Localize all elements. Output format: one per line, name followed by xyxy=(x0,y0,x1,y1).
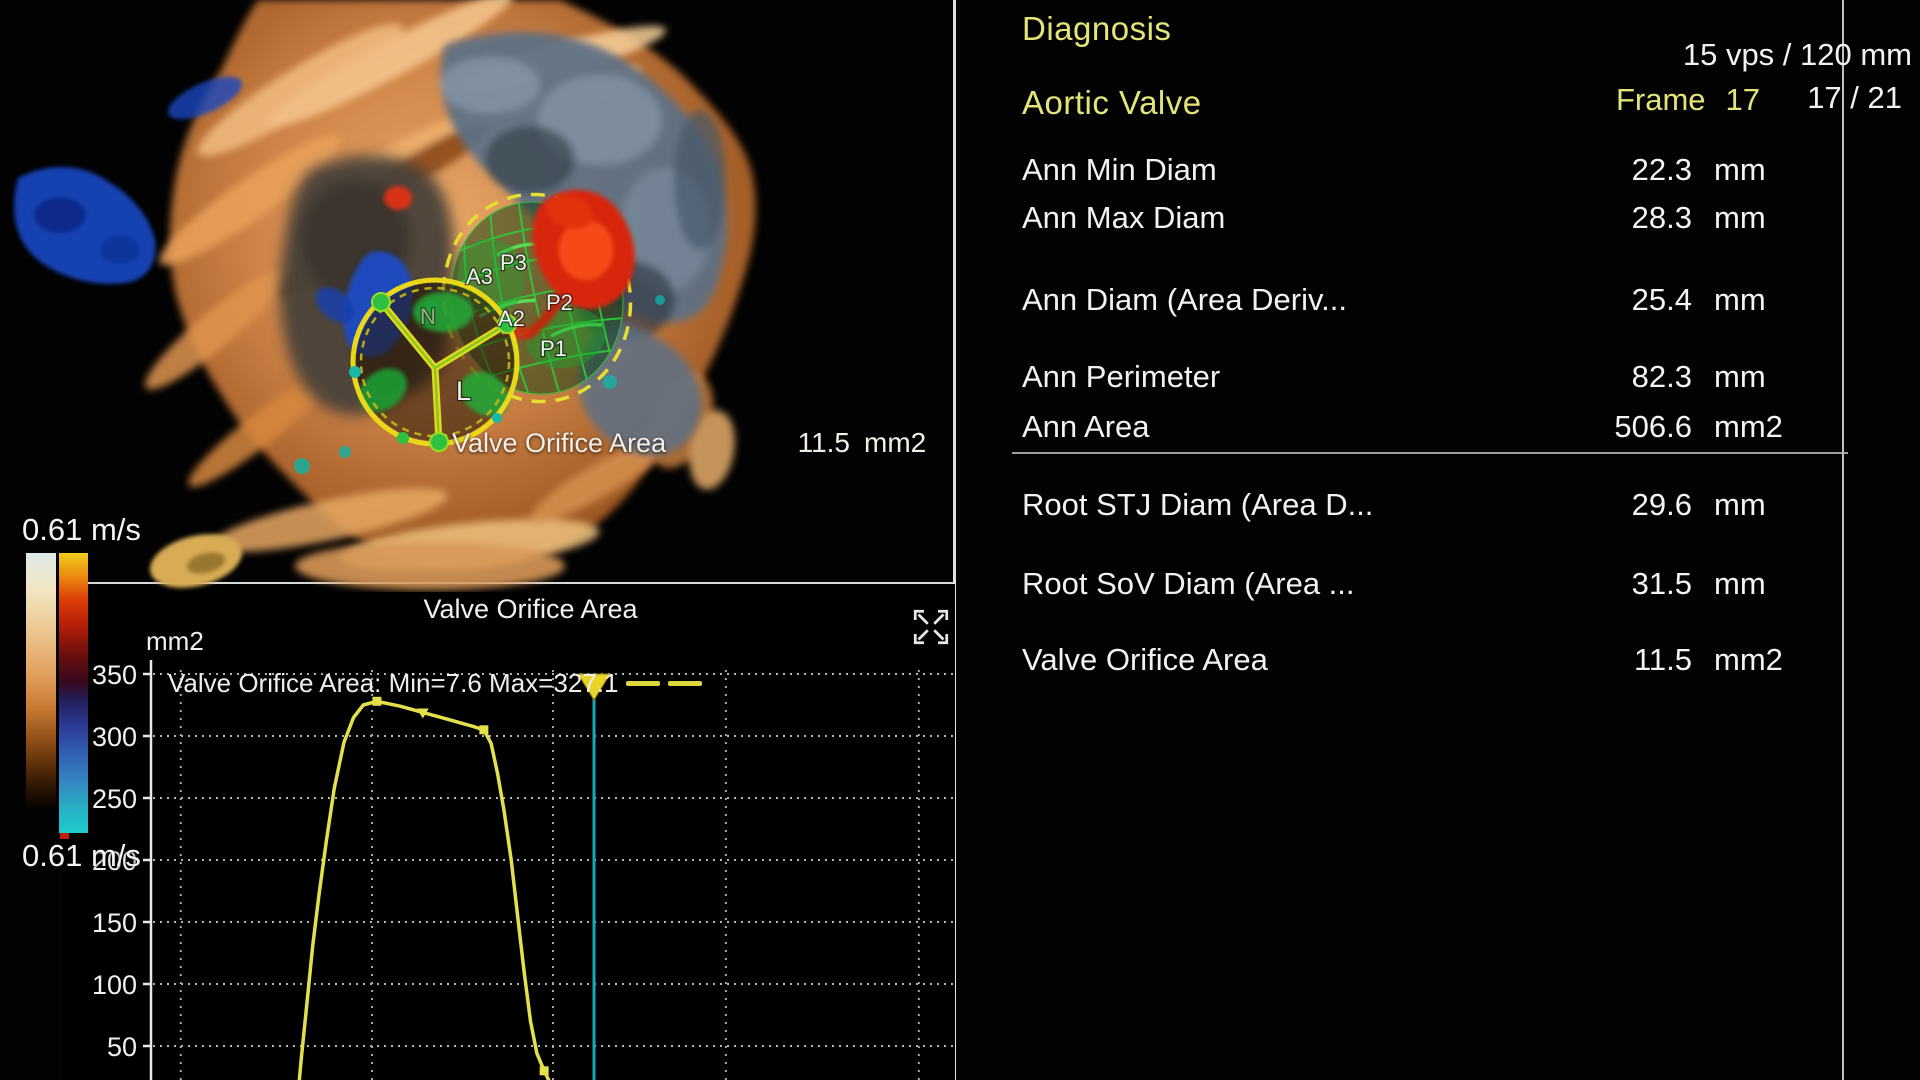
doppler-velocity-colorbar xyxy=(59,553,88,833)
svg-text:100: 100 xyxy=(92,970,137,1000)
diagnosis-heading[interactable]: Diagnosis xyxy=(1022,10,1171,48)
frame-number: 17 xyxy=(1726,82,1760,117)
measurement-unit: mm xyxy=(1714,281,1766,319)
measurement-value: 22.3 xyxy=(1520,151,1692,189)
echo-workstation-screen: A3 P3 A2 P2 P1 N L Valve Orifice Area 11… xyxy=(0,0,1920,1080)
measurement-value: 28.3 xyxy=(1520,199,1692,237)
legend-dash xyxy=(668,681,702,686)
measurement-label: Ann Area xyxy=(1022,408,1150,446)
tissue-colorbar xyxy=(26,553,56,811)
segment-label-a2: A2 xyxy=(498,306,525,331)
orifice-area-curve xyxy=(297,701,594,1080)
measurement-value: 82.3 xyxy=(1520,358,1692,396)
measurement-row[interactable]: Ann Min Diam 22.3 mm xyxy=(960,151,1920,189)
legend-dash xyxy=(626,681,660,686)
svg-text:250: 250 xyxy=(92,784,137,814)
svg-text:300: 300 xyxy=(92,722,137,752)
svg-text:150: 150 xyxy=(92,908,137,938)
frame-fraction: 17 / 21 xyxy=(1770,80,1902,116)
measurement-label: Ann Min Diam xyxy=(1022,151,1217,189)
measurement-unit: mm2 xyxy=(1714,641,1783,679)
measurement-row[interactable]: Valve Orifice Area 11.5 mm2 xyxy=(960,641,1920,679)
measurement-row[interactable]: Root SoV Diam (Area ... 31.5 mm xyxy=(960,565,1920,603)
measurement-label: Ann Max Diam xyxy=(1022,199,1225,237)
segment-label-a3: A3 xyxy=(466,264,493,289)
orifice-area-overlay-value: 11.5 xyxy=(762,427,850,459)
orifice-area-overlay-label: Valve Orifice Area xyxy=(452,428,666,459)
measurement-unit: mm xyxy=(1714,486,1766,524)
measurement-value: 29.6 xyxy=(1520,486,1692,524)
chart-legend: Valve Orifice Area: Min=7.6 Max=327.1 xyxy=(168,668,702,699)
measurement-unit: mm2 xyxy=(1714,408,1783,446)
velocity-scale-bottom-label: 0.61 m/s xyxy=(22,838,141,874)
measurement-label: Ann Diam (Area Deriv... xyxy=(1022,281,1347,319)
measurement-unit: mm xyxy=(1714,565,1766,603)
measurement-label: Ann Perimeter xyxy=(1022,358,1220,396)
ultrasound-3d-viewport[interactable]: A3 P3 A2 P2 P1 N L Valve Orifice Area 11… xyxy=(0,0,957,592)
measurement-label: Root STJ Diam (Area D... xyxy=(1022,486,1373,524)
velocity-scale-top-label: 0.61 m/s xyxy=(22,512,141,548)
chart-legend-text: Valve Orifice Area: Min=7.6 Max=327.1 xyxy=(168,668,618,699)
ultrasound-render: A3 P3 A2 P2 P1 N L xyxy=(0,0,957,592)
orifice-area-chart-panel: Valve Orifice Area mm2 35030025020015010… xyxy=(62,584,955,1080)
measurement-label: Valve Orifice Area xyxy=(1022,641,1268,679)
orifice-area-chart[interactable]: 35030025020015010050 xyxy=(62,584,955,1080)
measurement-unit: mm xyxy=(1714,199,1766,237)
measurement-value: 506.6 xyxy=(1520,408,1692,446)
segment-label-l: L xyxy=(456,376,471,406)
measurement-label: Root SoV Diam (Area ... xyxy=(1022,565,1355,603)
measurement-row[interactable]: Ann Perimeter 82.3 mm xyxy=(960,358,1920,396)
segment-label-p3: P3 xyxy=(500,250,527,275)
measurement-unit: mm xyxy=(1714,151,1766,189)
segment-label-p2: P2 xyxy=(546,290,573,315)
acquisition-info: 15 vps / 120 mm xyxy=(1360,37,1912,73)
measurement-row[interactable]: Root STJ Diam (Area D... 29.6 mm xyxy=(960,486,1920,524)
measurement-panel: Diagnosis 15 vps / 120 mm Aortic Valve F… xyxy=(960,0,1920,1080)
tissue-lower-edge xyxy=(295,542,565,590)
measurement-value: 25.4 xyxy=(1520,281,1692,319)
segment-label-n: N xyxy=(420,304,436,329)
frame-indicator: Frame 17 xyxy=(1520,82,1760,118)
measurement-value: 11.5 xyxy=(1520,641,1692,679)
svg-text:50: 50 xyxy=(107,1032,137,1062)
measurement-row[interactable]: Ann Max Diam 28.3 mm xyxy=(960,199,1920,237)
measurement-unit: mm xyxy=(1714,358,1766,396)
segment-label-p1: P1 xyxy=(540,336,567,361)
orifice-area-overlay-unit: mm2 xyxy=(864,427,926,459)
measurement-row[interactable]: Ann Diam (Area Deriv... 25.4 mm xyxy=(960,281,1920,319)
measurement-value: 31.5 xyxy=(1520,565,1692,603)
measurement-row[interactable]: Ann Area 506.6 mm2 xyxy=(960,408,1920,446)
study-heading[interactable]: Aortic Valve xyxy=(1022,84,1202,122)
flow-speckle-red xyxy=(384,186,412,210)
frame-label: Frame xyxy=(1616,82,1706,117)
svg-text:350: 350 xyxy=(92,660,137,690)
